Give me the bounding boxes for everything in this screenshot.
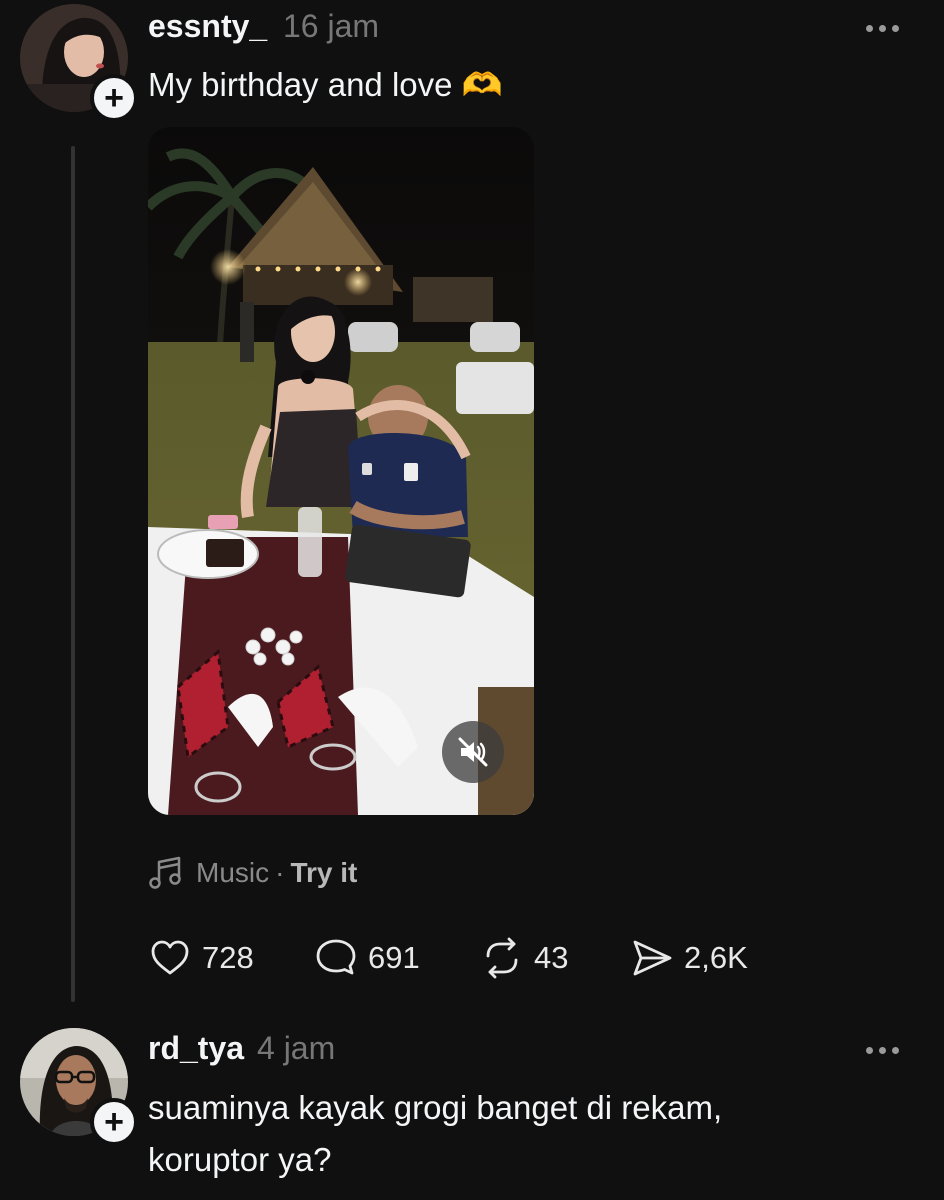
- try-it-link[interactable]: Try it: [290, 857, 357, 889]
- music-separator: ·: [275, 857, 285, 888]
- plus-icon: +: [104, 79, 124, 117]
- like-count: 728: [202, 940, 254, 975]
- repost-icon: [486, 937, 518, 979]
- plus-icon: +: [104, 1103, 124, 1141]
- reply-text-line-1: suaminya kayak grogi banget di rekam,: [148, 1089, 723, 1126]
- more-horizontal-icon: [866, 1046, 873, 1054]
- reply-follow-button[interactable]: +: [90, 1098, 138, 1146]
- reply: + rd_tya 4 jam suaminya kayak grogi bang…: [0, 1010, 944, 1200]
- reply-timestamp: 4 jam: [257, 1030, 336, 1066]
- music-label: Music: [196, 857, 270, 888]
- share-button[interactable]: 2,6K: [630, 936, 748, 980]
- music-note-icon: [149, 856, 181, 889]
- comment-count: 691: [368, 940, 420, 975]
- repost-button[interactable]: 43: [480, 936, 630, 980]
- video-frame: [148, 127, 534, 815]
- post-video[interactable]: [148, 127, 534, 815]
- speaker-muted-icon: [458, 737, 488, 767]
- music-row: Music · Try it: [148, 855, 357, 891]
- heart-icon: [151, 940, 189, 975]
- repost-count: 43: [534, 940, 569, 975]
- more-options-button[interactable]: [866, 22, 906, 34]
- reply-username[interactable]: rd_tya: [148, 1030, 244, 1067]
- comment-button[interactable]: 691: [314, 936, 480, 980]
- more-horizontal-icon: [866, 24, 873, 32]
- post-timestamp: 16 jam: [283, 8, 380, 44]
- mute-button[interactable]: [442, 721, 504, 783]
- reply-text-line-2: koruptor ya?: [148, 1141, 332, 1178]
- send-icon: [633, 940, 672, 976]
- follow-button[interactable]: +: [90, 74, 138, 122]
- thread-line: [71, 146, 75, 1002]
- like-button[interactable]: 728: [148, 936, 314, 980]
- reply-more-options-button[interactable]: [866, 1044, 906, 1056]
- comment-bubble-icon: [316, 939, 356, 975]
- share-count: 2,6K: [684, 940, 748, 975]
- post: + essnty_ 16 jam My birthday and love 🫶: [0, 0, 944, 1010]
- post-username[interactable]: essnty_: [148, 8, 267, 45]
- action-bar: 728 691 43 2,6K: [148, 936, 748, 980]
- post-text: My birthday and love 🫶: [148, 66, 503, 103]
